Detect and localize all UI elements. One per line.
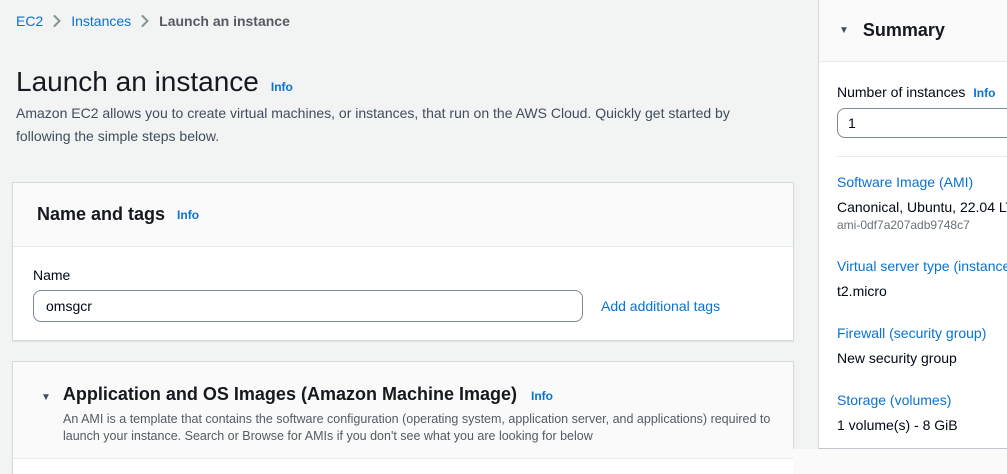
software-image-link[interactable]: Software Image (AMI): [837, 173, 1007, 191]
bottom-strip: [793, 449, 1007, 474]
caret-down-icon[interactable]: ▼: [41, 393, 51, 403]
number-of-instances-input[interactable]: [837, 108, 1007, 138]
summary-row-software-image: Software Image (AMI) Canonical, Ubuntu, …: [837, 173, 1007, 233]
instance-name-input[interactable]: [33, 290, 583, 322]
virtual-server-type-link[interactable]: Virtual server type (instance type): [837, 257, 1007, 275]
summary-title: Summary: [863, 20, 945, 41]
name-field-label: Name: [33, 267, 773, 283]
summary-body: Number of instances Info Software Image …: [819, 62, 1007, 449]
summary-row-storage: Storage (volumes) 1 volume(s) - 8 GiB: [837, 391, 1007, 434]
ami-section-info-link[interactable]: Info: [531, 389, 553, 403]
ami-section-title[interactable]: Application and OS Images (Amazon Machin…: [63, 384, 517, 405]
breadcrumb-current: Launch an instance: [159, 13, 290, 29]
breadcrumb: EC2 Instances Launch an instance: [16, 13, 290, 29]
breadcrumb-link-instances[interactable]: Instances: [71, 13, 131, 29]
summary-divider: [837, 156, 1007, 157]
breadcrumb-separator-icon: [53, 15, 61, 27]
name-and-tags-info-link[interactable]: Info: [177, 208, 199, 222]
security-group-value: New security group: [837, 349, 1007, 367]
firewall-link[interactable]: Firewall (security group): [837, 324, 1007, 342]
storage-volumes-value: 1 volume(s) - 8 GiB: [837, 416, 1007, 434]
name-and-tags-section: Name and tags Info Name Add additional t…: [12, 182, 794, 341]
software-image-value: Canonical, Ubuntu, 22.04 LTS: [837, 198, 1007, 216]
ami-id-value: ami-0df7a207adb9748c7: [837, 218, 1007, 233]
instance-type-value: t2.micro: [837, 282, 1007, 300]
number-of-instances-label: Number of instances: [837, 84, 965, 100]
page-title-info-link[interactable]: Info: [271, 80, 293, 94]
ami-section-header: ▼ Application and OS Images (Amazon Mach…: [13, 362, 793, 459]
caret-down-icon[interactable]: ▼: [839, 26, 849, 36]
name-and-tags-body: Name Add additional tags: [13, 247, 793, 342]
add-additional-tags-link[interactable]: Add additional tags: [601, 298, 720, 314]
name-and-tags-title: Name and tags: [37, 204, 165, 225]
ami-section: ▼ Application and OS Images (Amazon Mach…: [12, 361, 794, 474]
summary-row-firewall: Firewall (security group) New security g…: [837, 324, 1007, 367]
breadcrumb-separator-icon: [141, 15, 149, 27]
number-of-instances-info-link[interactable]: Info: [973, 86, 995, 100]
launch-instance-page: EC2 Instances Launch an instance Launch …: [0, 0, 1007, 474]
summary-row-virtual-server-type: Virtual server type (instance type) t2.m…: [837, 257, 1007, 300]
name-and-tags-header: Name and tags Info: [13, 183, 793, 247]
page-title: Launch an instance: [16, 64, 259, 100]
page-description: Amazon EC2 allows you to create virtual …: [16, 102, 772, 148]
storage-link[interactable]: Storage (volumes): [837, 391, 1007, 409]
summary-panel: ▼ Summary Number of instances Info Softw…: [818, 0, 1007, 449]
breadcrumb-link-ec2[interactable]: EC2: [16, 13, 43, 29]
summary-header: ▼ Summary: [819, 0, 1007, 62]
ami-section-description: An AMI is a template that contains the s…: [63, 411, 803, 445]
page-header: Launch an instance Info: [16, 64, 293, 100]
